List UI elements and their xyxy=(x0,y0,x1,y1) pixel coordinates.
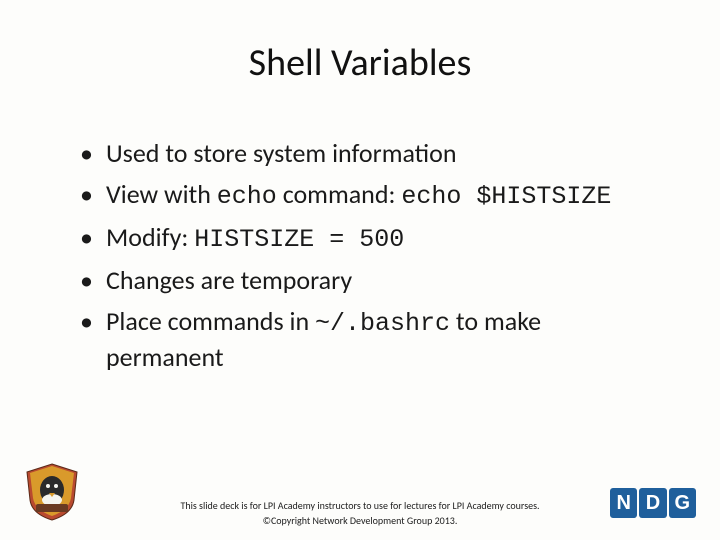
code-span: HISTSIZE = 500 xyxy=(194,225,404,254)
slide-title: Shell Variables xyxy=(60,40,660,86)
bullet-text: Place commands in xyxy=(106,305,315,337)
bullet-text: View with xyxy=(106,178,217,210)
bullet-item: Used to store system information xyxy=(80,136,660,171)
bullet-item: Place commands in ~/.bashrc to make perm… xyxy=(80,304,660,376)
slide-footer: This slide deck is for LPI Academy instr… xyxy=(0,498,720,528)
bullet-text: command: xyxy=(277,178,402,210)
code-span: echo $HISTSIZE xyxy=(401,182,611,211)
bullet-text: Modify: xyxy=(106,221,194,253)
bullet-text: Changes are temporary xyxy=(106,264,352,296)
code-span: ~/.bashrc xyxy=(315,309,450,338)
bullet-item: View with echo command: echo $HISTSIZE xyxy=(80,177,660,214)
footer-line-2: ©Copyright Network Development Group 201… xyxy=(0,513,720,528)
bullet-text: Used to store system information xyxy=(106,137,457,169)
bullet-item: Modify: HISTSIZE = 500 xyxy=(80,220,660,257)
code-span: echo xyxy=(217,182,277,211)
bullet-list: Used to store system information View wi… xyxy=(60,136,660,376)
slide: Shell Variables Used to store system inf… xyxy=(0,0,720,540)
bullet-item: Changes are temporary xyxy=(80,263,660,298)
footer-line-1: This slide deck is for LPI Academy instr… xyxy=(0,498,720,513)
